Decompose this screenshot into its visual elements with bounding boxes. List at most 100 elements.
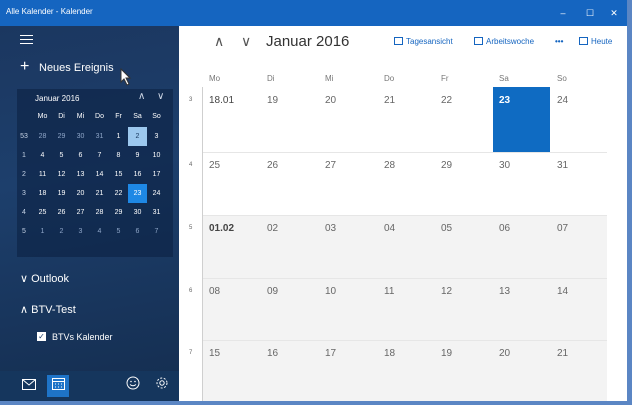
day-cell-date[interactable]: 26 xyxy=(267,160,325,171)
day-cell-date[interactable]: 08 xyxy=(209,286,267,297)
day-cell-date[interactable]: 10 xyxy=(325,286,383,297)
day-cell-date[interactable]: 05 xyxy=(441,223,499,234)
title-bar: Alle Kalender - Kalender – ☐ ✕ xyxy=(0,0,627,26)
day-cell-date[interactable]: 21 xyxy=(557,348,615,359)
mini-day[interactable]: 22 xyxy=(109,184,128,203)
calendar-app-icon[interactable] xyxy=(47,375,69,397)
day-cell-date[interactable]: 03 xyxy=(325,223,383,234)
day-cell-date[interactable]: 06 xyxy=(499,223,557,234)
settings-gear-icon[interactable] xyxy=(151,375,173,397)
close-button[interactable]: ✕ xyxy=(601,0,627,26)
mini-day[interactable]: 19 xyxy=(52,184,71,203)
today-button[interactable]: Heute xyxy=(579,37,612,46)
day-cell-date[interactable]: 13 xyxy=(499,286,557,297)
mini-day[interactable]: 25 xyxy=(33,203,52,222)
mini-day[interactable]: 15 xyxy=(109,165,128,184)
day-cell-date[interactable]: 20 xyxy=(325,95,383,106)
day-cell-date[interactable]: 09 xyxy=(267,286,325,297)
mini-day[interactable]: 6 xyxy=(71,146,90,165)
day-cell-date[interactable]: 19 xyxy=(441,348,499,359)
minimize-button[interactable]: – xyxy=(550,0,576,26)
day-cell-date[interactable]: 25 xyxy=(209,160,267,171)
day-cell-date[interactable]: 07 xyxy=(557,223,615,234)
work-week-button[interactable]: Arbeitswoche xyxy=(474,37,534,46)
day-cell-date[interactable]: 16 xyxy=(267,348,325,359)
mini-day[interactable]: 2 xyxy=(128,127,147,146)
mini-day[interactable]: 4 xyxy=(33,146,52,165)
mini-day[interactable]: 31 xyxy=(90,127,109,146)
maximize-button[interactable]: ☐ xyxy=(577,0,603,26)
week-number: 7 xyxy=(189,350,193,356)
mini-day[interactable]: 7 xyxy=(147,222,166,241)
mini-day[interactable]: 5 xyxy=(52,146,71,165)
mini-day[interactable]: 29 xyxy=(109,203,128,222)
mini-day[interactable]: 29 xyxy=(52,127,71,146)
more-options-button[interactable]: ••• xyxy=(555,37,563,46)
mini-day[interactable]: 23 xyxy=(128,184,147,203)
mini-day[interactable]: 18 xyxy=(33,184,52,203)
mini-day[interactable]: 4 xyxy=(90,222,109,241)
hamburger-menu-icon[interactable] xyxy=(20,35,33,47)
mini-day[interactable]: 3 xyxy=(71,222,90,241)
mini-day[interactable]: 13 xyxy=(71,165,90,184)
day-cell-date[interactable]: 24 xyxy=(557,95,615,106)
day-cell-date[interactable]: 28 xyxy=(384,160,442,171)
day-cell-date[interactable]: 01.02 xyxy=(209,223,267,234)
mini-day[interactable]: 3 xyxy=(147,127,166,146)
mini-day[interactable]: 1 xyxy=(109,127,128,146)
mini-prev-month-icon[interactable]: ∧ xyxy=(138,91,145,102)
day-cell-date[interactable]: 02 xyxy=(267,223,325,234)
mini-day[interactable]: 14 xyxy=(90,165,109,184)
mini-day[interactable]: 8 xyxy=(109,146,128,165)
day-cell-date[interactable]: 27 xyxy=(325,160,383,171)
day-view-button[interactable]: Tagesansicht xyxy=(394,37,453,46)
day-cell-date[interactable]: 12 xyxy=(441,286,499,297)
day-cell-date[interactable]: 30 xyxy=(499,160,557,171)
day-cell-date[interactable]: 20 xyxy=(499,348,557,359)
calendar-checkbox[interactable]: ✓ xyxy=(37,332,46,341)
mini-day[interactable]: 9 xyxy=(128,146,147,165)
prev-month-icon[interactable]: ∧ xyxy=(214,33,224,50)
group-btv-test[interactable]: ∧ BTV-Test xyxy=(20,303,76,316)
mini-day[interactable]: 2 xyxy=(52,222,71,241)
mini-day[interactable]: 7 xyxy=(90,146,109,165)
day-cell-date[interactable]: 19 xyxy=(267,95,325,106)
mini-day[interactable]: 30 xyxy=(71,127,90,146)
mini-day[interactable]: 20 xyxy=(71,184,90,203)
mini-day[interactable]: 26 xyxy=(52,203,71,222)
mini-day[interactable]: 24 xyxy=(147,184,166,203)
mini-day[interactable]: 10 xyxy=(147,146,166,165)
mini-day[interactable]: 11 xyxy=(33,165,52,184)
day-cell-date[interactable]: 18.01 xyxy=(209,95,267,106)
mini-week-number: 4 xyxy=(22,209,26,216)
mini-day[interactable]: 21 xyxy=(90,184,109,203)
day-cell-date[interactable]: 15 xyxy=(209,348,267,359)
mini-day[interactable]: 12 xyxy=(52,165,71,184)
day-cell-date[interactable]: 18 xyxy=(384,348,442,359)
mini-day[interactable]: 28 xyxy=(33,127,52,146)
mini-day[interactable]: 17 xyxy=(147,165,166,184)
day-cell-date[interactable]: 31 xyxy=(557,160,615,171)
day-cell-date[interactable]: 04 xyxy=(384,223,442,234)
feedback-smiley-icon[interactable] xyxy=(122,375,144,397)
group-outlook[interactable]: ∨ Outlook xyxy=(20,272,69,285)
next-month-icon[interactable]: ∨ xyxy=(241,33,251,50)
day-cell-date[interactable]: 21 xyxy=(384,95,442,106)
day-cell-date[interactable]: 11 xyxy=(384,286,442,297)
day-cell-date[interactable]: 17 xyxy=(325,348,383,359)
mail-icon[interactable] xyxy=(18,375,40,397)
day-cell-date[interactable]: 14 xyxy=(557,286,615,297)
mini-day[interactable]: 27 xyxy=(71,203,90,222)
day-cell-date[interactable]: 22 xyxy=(441,95,499,106)
mini-day[interactable]: 5 xyxy=(109,222,128,241)
mini-day[interactable]: 6 xyxy=(128,222,147,241)
day-cell-date[interactable]: 23 xyxy=(499,95,557,106)
day-cell-date[interactable]: 29 xyxy=(441,160,499,171)
mini-day[interactable]: 28 xyxy=(90,203,109,222)
mini-day[interactable]: 1 xyxy=(33,222,52,241)
mini-next-month-icon[interactable]: ∨ xyxy=(157,91,164,102)
mini-day[interactable]: 30 xyxy=(128,203,147,222)
month-title[interactable]: Januar 2016 xyxy=(266,33,349,50)
mini-day[interactable]: 16 xyxy=(128,165,147,184)
mini-day[interactable]: 31 xyxy=(147,203,166,222)
